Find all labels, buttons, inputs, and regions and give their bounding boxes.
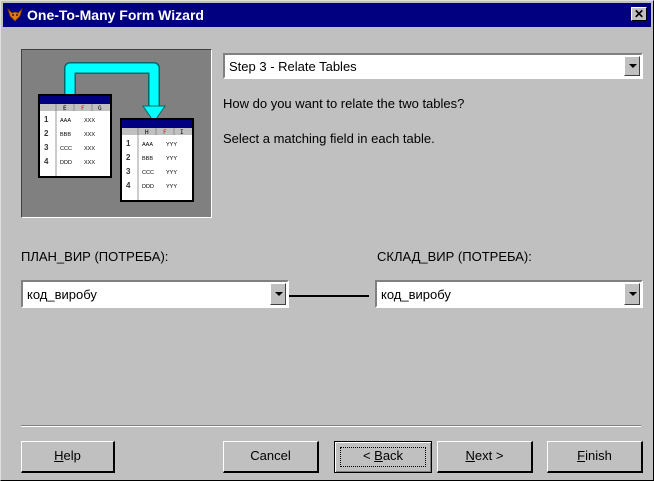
- right-row-cell: DDD: [142, 184, 154, 190]
- child-field-select[interactable]: код_виробу: [375, 280, 643, 308]
- right-row-num: 1: [126, 139, 131, 148]
- step-select-dropdown-button[interactable]: [624, 56, 640, 76]
- finish-button[interactable]: Finish: [547, 441, 643, 473]
- right-header-i: I: [180, 129, 184, 136]
- cancel-button-label: Cancel: [250, 448, 291, 463]
- left-row-num: 4: [44, 157, 49, 166]
- relation-illustration: E F G 1 AAA XXX 2 BBB XXX 3 CCC XXX 4 DD…: [21, 49, 212, 218]
- left-row-num: 2: [44, 129, 49, 138]
- left-row-cell: XXX: [84, 132, 95, 138]
- back-button[interactable]: < Back: [334, 441, 432, 473]
- step-select[interactable]: Step 3 - Relate Tables: [223, 53, 643, 79]
- right-row-num: 2: [126, 153, 131, 162]
- relate-hint: Select a matching field in each table.: [223, 131, 435, 146]
- child-table-label: СКЛАД_ВИР (ПОТРЕБА):: [377, 249, 532, 264]
- parent-field-value: код_виробу: [27, 287, 97, 302]
- left-row-cell: XXX: [84, 146, 95, 152]
- child-field-dropdown-button[interactable]: [624, 283, 640, 305]
- left-row-cell: AAA: [60, 118, 71, 124]
- button-separator-highlight: [21, 426, 641, 427]
- step-select-value: Step 3 - Relate Tables: [229, 59, 357, 74]
- right-row-cell: CCC: [142, 170, 154, 176]
- right-row-cell: AAA: [142, 142, 153, 148]
- right-row-cell: YYY: [166, 156, 177, 162]
- right-header-f: F: [163, 129, 167, 136]
- relate-question: How do you want to relate the two tables…: [223, 96, 465, 111]
- right-row-num: 3: [126, 167, 131, 176]
- wizard-window: One-To-Many Form Wizard ✕ E F G 1 AAA XX…: [0, 0, 654, 481]
- right-row-cell: YYY: [166, 184, 177, 190]
- left-table-graphic: E F G 1 AAA XXX 2 BBB XXX 3 CCC XXX 4 DD…: [38, 94, 112, 178]
- right-row-cell: YYY: [166, 142, 177, 148]
- right-row-cell: BBB: [142, 156, 153, 162]
- close-icon: ✕: [633, 7, 645, 21]
- fox-app-icon: [7, 7, 23, 22]
- right-row-num: 4: [126, 181, 131, 190]
- close-button[interactable]: ✕: [631, 7, 647, 21]
- left-row-cell: DDD: [60, 160, 72, 166]
- left-row-num: 3: [44, 143, 49, 152]
- relation-connector-line: [289, 295, 369, 297]
- left-row-cell: BBB: [60, 132, 71, 138]
- title-bar[interactable]: One-To-Many Form Wizard ✕: [3, 3, 651, 27]
- help-button[interactable]: Help: [21, 441, 115, 473]
- relation-diagram: E F G 1 AAA XXX 2 BBB XXX 3 CCC XXX 4 DD…: [38, 62, 194, 202]
- next-button-label: Next >: [465, 448, 504, 463]
- cancel-button[interactable]: Cancel: [223, 441, 319, 473]
- child-field-value: код_виробу: [381, 287, 451, 302]
- next-button[interactable]: Next >: [437, 441, 533, 473]
- window-title: One-To-Many Form Wizard: [27, 7, 204, 23]
- finish-button-label: Finish: [577, 448, 612, 463]
- left-row-cell: XXX: [84, 118, 95, 124]
- right-row-cell: YYY: [166, 170, 177, 176]
- left-row-cell: XXX: [84, 160, 95, 166]
- parent-table-label: ПЛАН_ВИР (ПОТРЕБА):: [21, 249, 169, 264]
- left-row-cell: CCC: [60, 146, 72, 152]
- help-button-label: Help: [54, 448, 81, 463]
- right-table-graphic: H F I 1 AAA YYY 2 BBB YYY 3 CCC YYY 4 DD…: [120, 118, 194, 202]
- right-header-h: H: [145, 129, 149, 136]
- parent-field-dropdown-button[interactable]: [270, 283, 286, 305]
- left-header-f: F: [81, 105, 85, 112]
- left-header-g: G: [98, 105, 102, 112]
- left-row-num: 1: [44, 115, 49, 124]
- parent-field-select[interactable]: код_виробу: [21, 280, 289, 308]
- back-button-label: < Back: [362, 448, 404, 463]
- left-header-e: E: [63, 105, 67, 112]
